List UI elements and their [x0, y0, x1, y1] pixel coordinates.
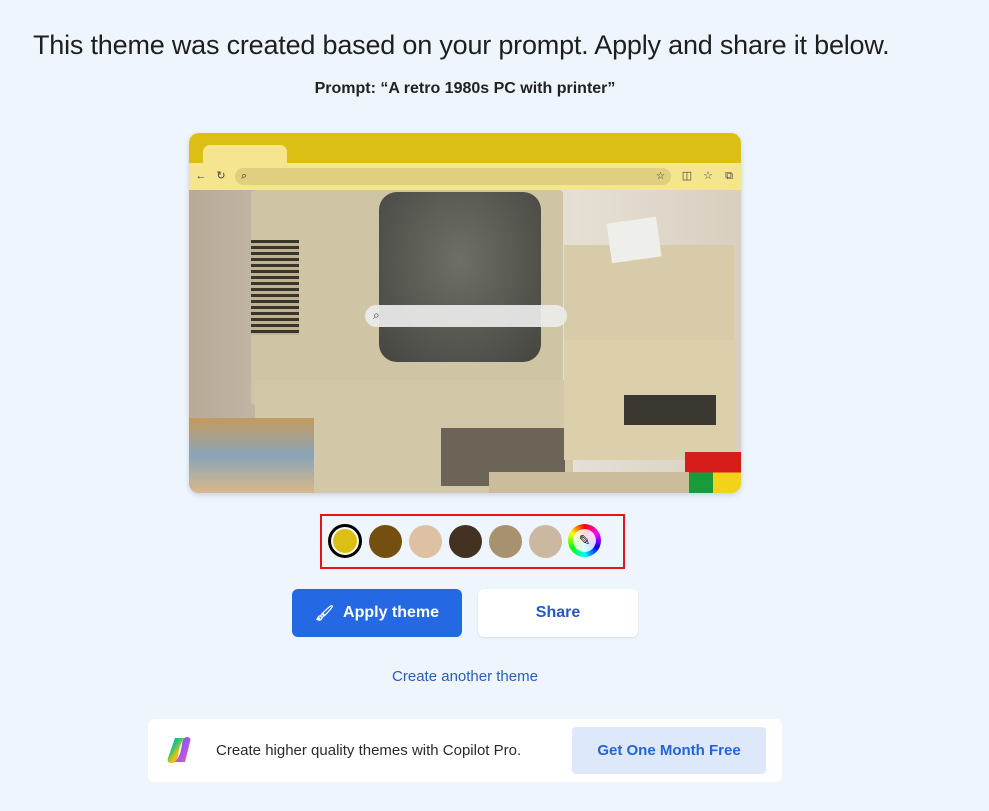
printer — [564, 245, 734, 350]
search-icon: ⌕ — [241, 170, 248, 182]
collections-icon: ⧉ — [725, 170, 733, 182]
monitor-vent — [251, 240, 299, 335]
monitor-screen — [379, 192, 541, 362]
custom-color-picker[interactable]: ✎ — [568, 524, 601, 557]
favorites-icon: ☆ — [703, 170, 713, 182]
paint-sparkle-icon: 🖌 — [314, 605, 335, 622]
color-swatch-4[interactable] — [449, 525, 482, 558]
copilot-logo-icon — [167, 737, 191, 763]
apply-theme-label: Apply theme — [343, 604, 440, 621]
color-swatch-6[interactable] — [529, 525, 562, 558]
favorite-add-icon: ☆ — [656, 171, 665, 182]
search-icon: ⌕ — [373, 308, 380, 322]
copilot-pro-promo: Create higher quality themes with Copilo… — [148, 719, 782, 782]
printer-paper — [606, 216, 662, 264]
refresh-icon: ↻ — [216, 170, 226, 182]
color-swatch-3[interactable] — [409, 525, 442, 558]
preview-address-bar: ⌕ ☆ — [235, 168, 671, 185]
share-button[interactable]: Share — [478, 589, 638, 637]
apply-theme-button[interactable]: 🖌 Apply theme — [292, 589, 462, 637]
preview-tabstrip — [189, 133, 741, 167]
page-title: This theme was created based on your pro… — [33, 30, 890, 60]
printer-slot — [624, 395, 716, 425]
preview-toolbar: ← ↻ ⌕ ☆ ◫ ☆ ⧉ — [189, 163, 741, 190]
rubiks-cube — [685, 452, 741, 493]
theme-background-image: ⌕ — [189, 190, 741, 493]
color-swatch-1[interactable] — [328, 524, 362, 558]
theme-preview: ← ↻ ⌕ ☆ ◫ ☆ ⧉ ⌕ — [189, 133, 741, 493]
color-swatch-2[interactable] — [369, 525, 402, 558]
share-label: Share — [535, 604, 581, 621]
create-another-theme-link[interactable]: Create another theme — [0, 668, 930, 685]
eyedropper-icon: ✎ — [573, 529, 596, 552]
keyboard — [489, 472, 689, 493]
preview-search-box: ⌕ — [365, 305, 567, 327]
back-icon: ← — [195, 170, 207, 182]
split-screen-icon: ◫ — [681, 170, 693, 182]
prompt-text: Prompt: “A retro 1980s PC with printer” — [314, 80, 616, 97]
folders-stack — [189, 418, 314, 493]
color-swatch-5[interactable] — [489, 525, 522, 558]
get-one-month-free-button[interactable]: Get One Month Free — [572, 727, 766, 774]
promo-text: Create higher quality themes with Copilo… — [216, 742, 522, 759]
